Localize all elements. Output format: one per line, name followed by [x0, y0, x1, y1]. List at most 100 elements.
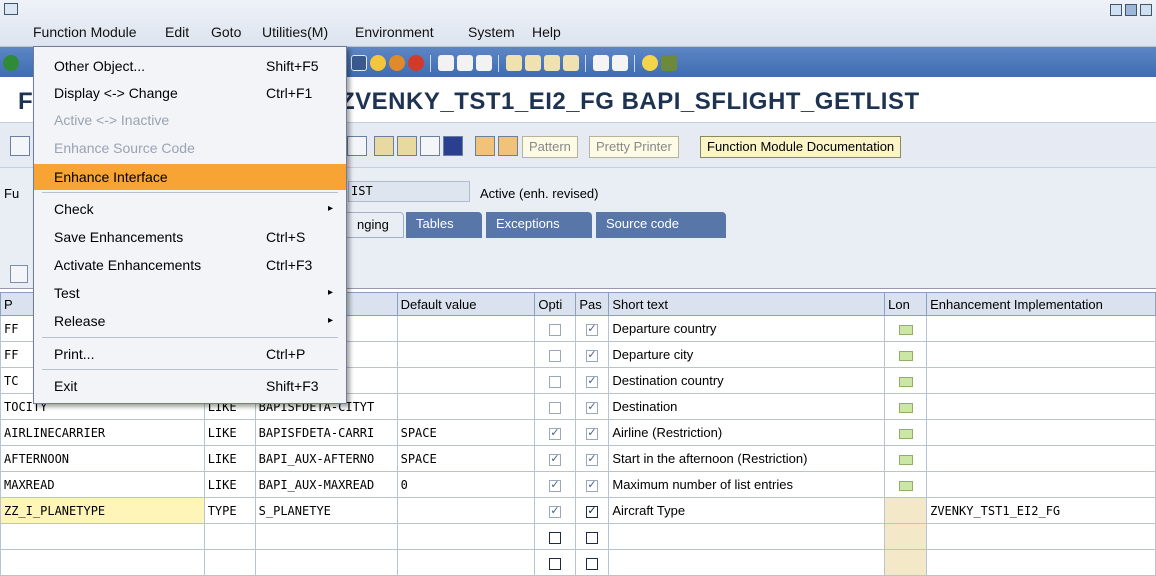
breakpoint-icon[interactable]	[475, 136, 495, 156]
close-icon[interactable]	[1140, 4, 1152, 16]
pretty-printer-button[interactable]: Pretty Printer	[589, 136, 679, 158]
optional-checkbox[interactable]	[549, 349, 562, 362]
column-header-short-text[interactable]: Short text	[608, 292, 886, 316]
short-text-cell[interactable]	[608, 549, 886, 576]
last-page-icon[interactable]	[563, 55, 579, 71]
shortcut-icon[interactable]	[612, 55, 628, 71]
optional-checkbox[interactable]	[549, 531, 562, 544]
typing-cell[interactable]: LIKE	[203, 471, 256, 498]
display-object-icon[interactable]	[420, 136, 440, 156]
optional-checkbox[interactable]	[549, 323, 562, 336]
typing-cell[interactable]: TYPE	[203, 497, 256, 524]
optional-checkbox[interactable]	[549, 375, 562, 388]
menu-function-module[interactable]: Function Module	[33, 24, 137, 40]
help-icon[interactable]	[642, 55, 658, 71]
menu-item-enhance-interface[interactable]: Enhance Interface	[34, 164, 346, 190]
pass-value-checkbox[interactable]	[586, 557, 599, 570]
default-value-cell[interactable]	[396, 549, 536, 576]
typing-cell[interactable]	[203, 523, 256, 550]
default-value-cell[interactable]	[396, 393, 536, 420]
maximize-icon[interactable]	[1125, 4, 1137, 16]
tab-tables[interactable]: Tables	[406, 212, 482, 238]
long-text-icon[interactable]	[898, 454, 913, 465]
previous-page-icon[interactable]	[525, 55, 541, 71]
associated-type-cell[interactable]: BAPISFDETA-CARRI	[254, 419, 398, 446]
default-value-cell[interactable]	[396, 523, 536, 550]
cancel-icon[interactable]	[408, 55, 424, 71]
pass-value-checkbox[interactable]	[586, 426, 599, 440]
menu-item-save-enhancements[interactable]: Save Enhancements Ctrl+S	[34, 224, 346, 250]
long-text-icon[interactable]	[898, 402, 913, 413]
parameter-name-cell[interactable]: MAXREAD	[0, 471, 205, 498]
save-icon[interactable]	[351, 55, 367, 71]
print-icon[interactable]	[438, 55, 454, 71]
menu-system[interactable]: System	[468, 24, 515, 40]
short-text-cell[interactable]: Aircraft Type	[608, 497, 886, 524]
find-next-icon[interactable]	[476, 55, 492, 71]
menu-environment[interactable]: Environment	[355, 24, 434, 40]
find-icon[interactable]	[457, 55, 473, 71]
parameter-name-cell[interactable]	[0, 523, 205, 550]
tab-changing[interactable]: nging	[346, 212, 404, 238]
column-header-optional[interactable]: Opti	[534, 292, 577, 316]
menu-item-print[interactable]: Print... Ctrl+P	[34, 341, 346, 367]
short-text-cell[interactable]	[608, 523, 886, 550]
window-menu-icon[interactable]	[4, 3, 18, 15]
short-text-cell[interactable]: Airline (Restriction)	[608, 419, 886, 446]
menu-utilities[interactable]: Utilities(M)	[262, 24, 328, 40]
typing-cell[interactable]: LIKE	[203, 445, 256, 472]
menu-item-exit[interactable]: Exit Shift+F3	[34, 373, 346, 399]
pass-value-checkbox[interactable]	[586, 322, 599, 336]
short-text-cell[interactable]: Start in the afternoon (Restriction)	[608, 445, 886, 472]
pass-value-checkbox[interactable]	[586, 374, 599, 388]
parameter-name-cell[interactable]: AFTERNOON	[0, 445, 205, 472]
first-page-icon[interactable]	[506, 55, 522, 71]
object-list-icon[interactable]	[374, 136, 394, 156]
default-value-cell[interactable]	[396, 497, 536, 524]
menu-item-release[interactable]: Release ▸	[34, 308, 346, 334]
associated-type-cell[interactable]	[254, 549, 398, 576]
associated-type-cell[interactable]: S_PLANETYE	[254, 497, 398, 524]
back-icon[interactable]	[370, 55, 386, 71]
long-text-icon[interactable]	[898, 428, 913, 439]
short-text-cell[interactable]: Maximum number of list entries	[608, 471, 886, 498]
long-text-icon[interactable]	[898, 376, 913, 387]
external-breakpoint-icon[interactable]	[498, 136, 518, 156]
menu-item-test[interactable]: Test ▸	[34, 280, 346, 306]
where-used-icon[interactable]	[347, 136, 367, 156]
long-text-icon[interactable]	[898, 350, 913, 361]
parameter-name-cell[interactable]	[0, 549, 205, 576]
short-text-cell[interactable]: Destination	[608, 393, 886, 420]
menu-help[interactable]: Help	[532, 24, 561, 40]
long-text-icon[interactable]	[898, 480, 913, 491]
column-header-enhancement-implementation[interactable]: Enhancement Implementation	[926, 292, 1156, 316]
menu-goto[interactable]: Goto	[211, 24, 241, 40]
pass-value-checkbox[interactable]	[586, 504, 599, 518]
optional-checkbox[interactable]	[549, 452, 562, 466]
optional-checkbox[interactable]	[549, 478, 562, 492]
short-text-cell[interactable]: Departure country	[608, 315, 886, 342]
menu-edit[interactable]: Edit	[165, 24, 189, 40]
optional-checkbox[interactable]	[549, 426, 562, 440]
menu-item-check[interactable]: Check ▸	[34, 196, 346, 222]
menu-item-activate-enhancements[interactable]: Activate Enhancements Ctrl+F3	[34, 252, 346, 278]
info-icon[interactable]	[443, 136, 463, 156]
default-value-cell[interactable]	[396, 367, 536, 394]
long-text-cell[interactable]	[884, 549, 928, 576]
long-text-cell[interactable]	[884, 497, 928, 524]
default-value-cell[interactable]	[396, 341, 536, 368]
default-value-cell[interactable]: SPACE	[396, 419, 536, 446]
optional-checkbox[interactable]	[549, 504, 562, 518]
optional-checkbox[interactable]	[549, 401, 562, 414]
associated-type-cell[interactable]: BAPI_AUX-MAXREAD	[254, 471, 398, 498]
exit-icon[interactable]	[389, 55, 405, 71]
pass-value-checkbox[interactable]	[586, 348, 599, 362]
typing-cell[interactable]: LIKE	[203, 419, 256, 446]
tab-source-code[interactable]: Source code	[596, 212, 726, 238]
default-value-cell[interactable]: SPACE	[396, 445, 536, 472]
default-value-cell[interactable]	[396, 315, 536, 342]
menu-item-display-change[interactable]: Display <-> Change Ctrl+F1	[34, 80, 346, 106]
short-text-cell[interactable]: Departure city	[608, 341, 886, 368]
layout-menu-icon[interactable]	[661, 55, 677, 71]
pattern-button[interactable]: Pattern	[522, 136, 578, 158]
